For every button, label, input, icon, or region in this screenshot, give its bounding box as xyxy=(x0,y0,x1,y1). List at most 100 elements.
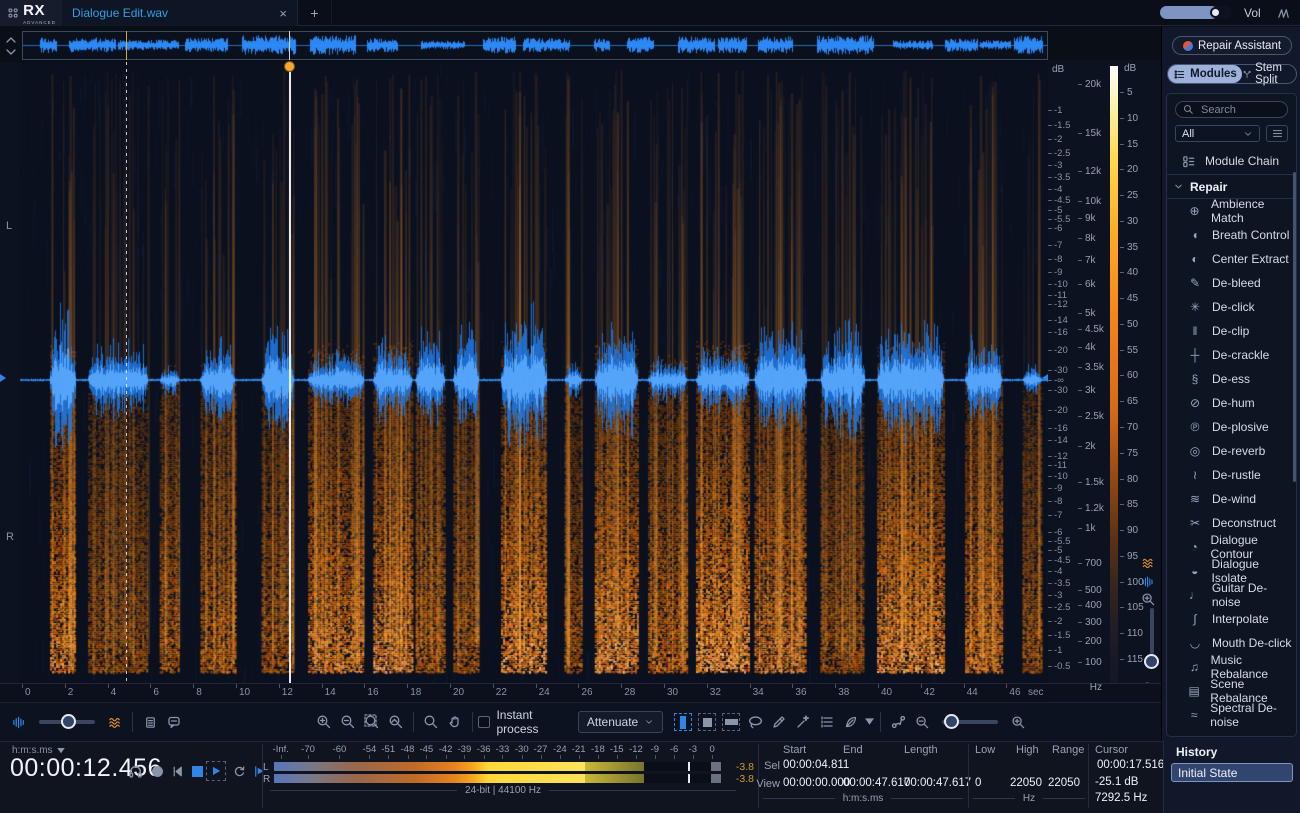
annotation-icon[interactable] xyxy=(166,714,182,730)
zoom-in-icon[interactable] xyxy=(316,714,332,730)
module-item-de-rustle[interactable]: ≀De-rustle xyxy=(1167,463,1295,487)
waveform-center-marker-left[interactable] xyxy=(0,374,6,382)
module-item-de-crackle[interactable]: ┼De-crackle xyxy=(1167,343,1295,367)
module-item-de-click[interactable]: ✳De-click xyxy=(1167,295,1295,319)
time-tick-label: 20 xyxy=(453,687,464,698)
selection-start-line[interactable] xyxy=(126,62,127,683)
zoom-selection-icon[interactable] xyxy=(364,714,380,730)
h-zoom-knob[interactable] xyxy=(944,714,959,729)
grab-tool-icon[interactable] xyxy=(447,714,463,730)
tab-close-icon[interactable]: × xyxy=(279,6,287,21)
module-item-interpolate[interactable]: ∫Interpolate xyxy=(1167,607,1295,631)
time-selection-tool[interactable] xyxy=(674,713,692,731)
view-start-value[interactable]: 00:00:00.000 xyxy=(783,777,850,789)
return-to-start-icon[interactable] xyxy=(170,764,185,779)
zoom-reset-icon[interactable] xyxy=(388,714,404,730)
time-ruler[interactable]: 0246810121416182022242628303234363840424… xyxy=(0,683,1161,701)
vertical-zoom-slider[interactable] xyxy=(1150,608,1154,654)
volume-slider[interactable] xyxy=(1160,6,1232,19)
module-item-mouth-de-click[interactable]: ◡Mouth De-click xyxy=(1167,631,1295,655)
view-end-value[interactable]: 00:00:47.617 xyxy=(843,777,910,789)
freq-range-value[interactable]: 22050 xyxy=(1048,777,1080,789)
module-item-de-bleed[interactable]: ✎De-bleed xyxy=(1167,271,1295,295)
module-item-de-wind[interactable]: ≋De-wind xyxy=(1167,487,1295,511)
spectrogram-display[interactable] xyxy=(20,62,1048,683)
peak-readout-right[interactable]: -3.8 xyxy=(724,773,754,785)
module-item-breath-control[interactable]: ◖Breath Control xyxy=(1167,223,1295,247)
module-item-guitar-de-noise[interactable]: ♩Guitar De-noise xyxy=(1167,583,1295,607)
clipboard-icon[interactable] xyxy=(143,715,158,730)
feather-tool-icon[interactable] xyxy=(843,714,859,730)
module-item-ambience-match[interactable]: ⊕Ambience Match xyxy=(1167,199,1295,223)
repair-assistant-button[interactable]: Repair Assistant xyxy=(1172,36,1292,55)
search-input[interactable] xyxy=(1199,103,1279,117)
loop-icon[interactable] xyxy=(232,764,247,779)
signal-chain-icon[interactable] xyxy=(890,714,907,731)
playhead-line[interactable] xyxy=(289,62,291,683)
module-search[interactable] xyxy=(1175,101,1288,118)
module-item-scene-rebalance[interactable]: ▤Scene Rebalance xyxy=(1167,679,1295,703)
module-chain-item[interactable]: Module Chain xyxy=(1167,148,1295,174)
repair-section-header[interactable]: Repair xyxy=(1167,174,1295,199)
brush-tool-icon[interactable] xyxy=(771,714,787,730)
module-list-scrollbar[interactable] xyxy=(1293,172,1296,482)
module-item-center-extract[interactable]: ◐Center Extract xyxy=(1167,247,1295,271)
spectrogram-view-icon[interactable] xyxy=(1140,556,1157,570)
h-zoom-out-icon[interactable] xyxy=(915,715,930,730)
view-length-value[interactable]: 00:00:47.617 xyxy=(904,777,971,789)
level-meter-left[interactable] xyxy=(274,762,722,771)
module-item-spectral-de-noise[interactable]: ≈Spectral De-noise xyxy=(1167,703,1295,727)
time-frequency-selection-tool[interactable] xyxy=(698,713,716,731)
play-icon[interactable] xyxy=(210,765,222,777)
frequency-selection-tool[interactable] xyxy=(722,713,740,731)
lasso-tool-icon[interactable] xyxy=(747,714,764,731)
module-item-dialogue-contour[interactable]: ◔Dialogue Contour xyxy=(1167,535,1295,559)
record-icon[interactable] xyxy=(152,766,163,777)
tab-stem-split[interactable]: Stem Split xyxy=(1242,65,1296,83)
feather-dropdown-icon[interactable] xyxy=(865,718,874,726)
overview-collapse-icon[interactable] xyxy=(3,33,19,59)
harmonics-selection-icon[interactable] xyxy=(819,714,835,730)
freq-low-value[interactable]: 0 xyxy=(975,777,981,789)
monitor-headphones-icon[interactable] xyxy=(127,763,144,780)
stop-icon[interactable] xyxy=(192,766,203,777)
overview-waveform[interactable] xyxy=(23,32,1047,59)
module-item-de-ess[interactable]: §De-ess xyxy=(1167,367,1295,391)
overview-playhead-marker[interactable] xyxy=(289,31,290,60)
zoom-out-icon[interactable] xyxy=(340,714,356,730)
instant-process-checkbox[interactable] xyxy=(478,716,490,728)
magnify-tool-icon[interactable] xyxy=(423,714,439,730)
h-zoom-in-icon[interactable] xyxy=(1011,715,1026,730)
magic-wand-tool-icon[interactable] xyxy=(795,714,811,730)
tab-modules[interactable]: Modules xyxy=(1168,65,1242,83)
module-item-music-rebalance[interactable]: ♫Music Rebalance xyxy=(1167,655,1295,679)
module-item-de-hum[interactable]: ⊘De-hum xyxy=(1167,391,1295,415)
module-item-dialogue-isolate[interactable]: ◒Dialogue Isolate xyxy=(1167,559,1295,583)
process-mode-dropdown[interactable]: Attenuate xyxy=(578,711,663,733)
tab-dialogue-edit[interactable]: Dialogue Edit.wav × xyxy=(62,0,298,26)
freq-high-value[interactable]: 22050 xyxy=(1010,777,1042,789)
peak-readout-left[interactable]: -3.8 xyxy=(724,761,754,773)
overview-waveform-box[interactable] xyxy=(22,31,1048,60)
module-item-deconstruct[interactable]: ✂Deconstruct xyxy=(1167,511,1295,535)
list-options-button[interactable] xyxy=(1266,125,1288,142)
playhead-handle[interactable] xyxy=(284,61,295,72)
horizontal-zoom-slider[interactable] xyxy=(942,720,998,724)
blend-spectrogram-icon[interactable] xyxy=(107,715,124,730)
new-tab-button[interactable]: + xyxy=(298,0,332,26)
blend-waveform-icon[interactable] xyxy=(12,715,27,730)
io-meter-icon[interactable] xyxy=(1276,6,1291,21)
vertical-zoom-knob[interactable] xyxy=(1144,654,1159,669)
waveform-spectrogram-blend-slider[interactable] xyxy=(39,720,95,724)
module-item-de-reverb[interactable]: ◎De-reverb xyxy=(1167,439,1295,463)
volume-knob[interactable] xyxy=(1210,7,1221,18)
overview-selection-marker[interactable] xyxy=(126,31,127,60)
blend-knob[interactable] xyxy=(61,714,76,729)
time-format-dropdown-icon[interactable] xyxy=(57,748,65,754)
history-item-initial-state[interactable]: Initial State xyxy=(1171,763,1293,782)
sel-start-value[interactable]: 00:00:04.811 xyxy=(783,759,849,771)
module-item-de-clip[interactable]: ‖De-clip xyxy=(1167,319,1295,343)
category-filter-dropdown[interactable]: All xyxy=(1175,125,1260,142)
level-meter-right[interactable] xyxy=(274,774,722,783)
module-item-de-plosive[interactable]: ℗De-plosive xyxy=(1167,415,1295,439)
